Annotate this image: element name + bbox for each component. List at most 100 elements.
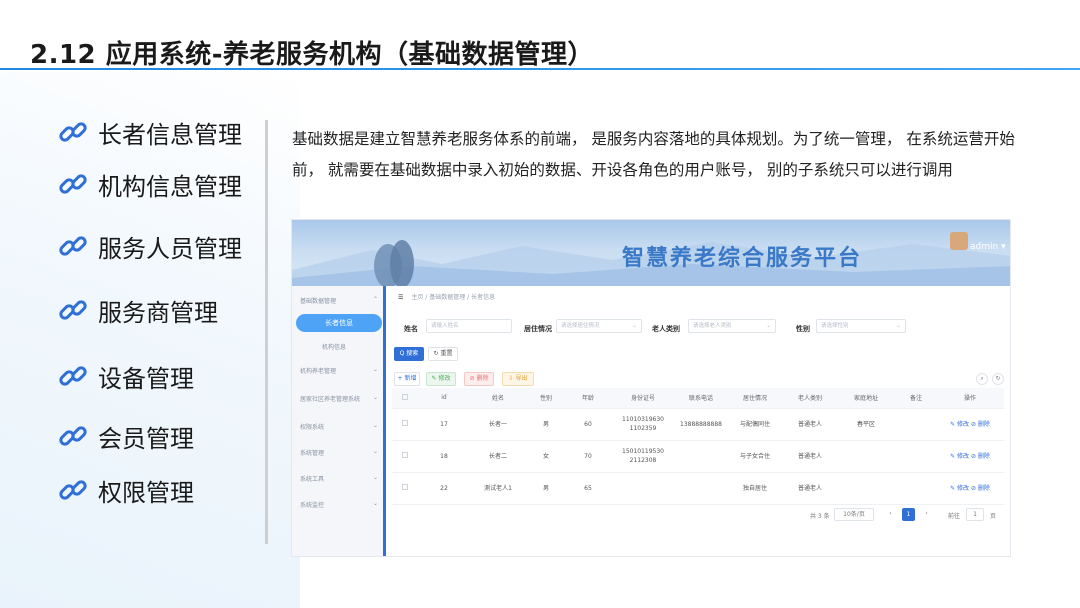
- description-text: 基础数据是建立智慧养老服务体系的前端， 是服务内容落地的具体规划。为了统一管理，…: [292, 130, 1015, 179]
- user-name: admin: [970, 242, 999, 252]
- menu-label: 长者信息管理: [98, 120, 242, 149]
- app-header: 智慧养老综合服务平台 admin ▾: [292, 220, 1010, 286]
- type-select[interactable]: 请选择老人类别 ⌄: [688, 319, 776, 333]
- table-row[interactable]: 17 长者一 男 60 11010319630 1102359 138888888…: [392, 408, 1004, 441]
- sidebar-item-tools[interactable]: 系统工具 ⌄: [300, 474, 382, 483]
- link-icon: [59, 236, 87, 256]
- chevron-down-icon: ⌄: [372, 422, 378, 429]
- column-header[interactable]: 性别: [526, 388, 566, 409]
- breadcrumb: ☰ 主页 / 基础数据管理 / 长者信息: [398, 294, 496, 301]
- select-all-checkbox[interactable]: [402, 393, 408, 400]
- slide: 2.12 应用系统-养老服务机构（基础数据管理） 长者信息管理 机构信息管理 服…: [0, 0, 1080, 608]
- platform-title: 智慧养老综合服务平台: [622, 246, 863, 271]
- sidebar-item-system[interactable]: 系统管理 ⌄: [300, 448, 382, 457]
- title-underline: [0, 68, 1080, 70]
- goto-label: 前往: [948, 513, 961, 520]
- total-count: 共 3 条: [810, 513, 830, 520]
- vertical-divider: [265, 120, 268, 544]
- menu-item-provider: 服务商管理: [56, 290, 218, 330]
- page-1-button[interactable]: 1: [902, 508, 915, 521]
- column-header[interactable]: id: [418, 388, 470, 409]
- name-input[interactable]: 请输入姓名: [426, 319, 512, 333]
- link-icon: [59, 122, 87, 142]
- sidebar-item-elder-info[interactable]: 长者信息: [296, 314, 382, 332]
- add-button[interactable]: + 新增: [394, 372, 420, 386]
- caret-icon: ▾: [1001, 242, 1006, 252]
- table-row[interactable]: 22 测试老人1 男 65 独自居住 普通老人 ✎ 修改 ⊘ 删除: [392, 472, 1004, 505]
- chevron-down-icon: ⌄: [372, 448, 378, 455]
- column-header[interactable]: 家庭地址: [836, 388, 896, 409]
- chevron-down-icon: ⌄: [632, 323, 637, 329]
- chevron-down-icon: ⌄: [766, 323, 771, 329]
- menu-item-staff: 服务人员管理: [56, 226, 242, 266]
- page-unit-label: 页: [990, 513, 997, 520]
- column-header[interactable]: 年龄: [566, 388, 610, 409]
- menu-item-device: 设备管理: [56, 356, 194, 396]
- column-header[interactable]: 联系电话: [676, 388, 726, 409]
- link-icon: [59, 174, 87, 194]
- row-checkbox[interactable]: [402, 483, 408, 490]
- sidebar-item-permission[interactable]: 权限系统 ⌄: [300, 422, 382, 431]
- column-header[interactable]: 居住情况: [726, 388, 784, 409]
- menu-item-org-info: 机构信息管理: [56, 164, 242, 204]
- row-checkbox[interactable]: [402, 451, 408, 458]
- link-icon: [59, 366, 87, 386]
- goto-page-input[interactable]: 1: [966, 508, 984, 521]
- gender-label: 性别: [796, 325, 810, 333]
- delete-button[interactable]: ⊘ 删除: [464, 372, 494, 386]
- name-label: 姓名: [404, 325, 418, 333]
- left-background: [0, 72, 300, 608]
- menu-label: 服务商管理: [98, 298, 218, 327]
- next-page-button[interactable]: ›: [920, 508, 933, 521]
- row-actions[interactable]: ✎ 修改 ⊘ 删除: [936, 408, 1004, 441]
- app-main: ☰ 主页 / 基础数据管理 / 长者信息 姓名 请输入姓名 居住情况 请选择居住…: [386, 286, 1010, 556]
- menu-item-permission: 权限管理: [56, 470, 194, 510]
- elder-table: id 姓名 性别 年龄 身份证号 联系电话 居住情况 老人类别 家庭地址 备注 …: [392, 388, 1004, 505]
- refresh-icon[interactable]: ↻: [992, 373, 1004, 385]
- sidebar-item-basic-data[interactable]: 基础数据管理 ⌃: [300, 296, 382, 305]
- type-label: 老人类别: [652, 325, 680, 333]
- row-actions[interactable]: ✎ 修改 ⊘ 删除: [936, 440, 1004, 473]
- column-header[interactable]: 姓名: [470, 388, 526, 409]
- gender-select[interactable]: 请选择性别 ⌄: [816, 319, 906, 333]
- menu-label: 机构信息管理: [98, 172, 242, 201]
- reset-button[interactable]: ↻ 重置: [428, 347, 458, 361]
- app-screenshot: 智慧养老综合服务平台 admin ▾ 基础数据管理 ⌃ 长者信息 机构信息 机构养…: [291, 219, 1011, 557]
- chevron-down-icon: ⌄: [372, 500, 378, 507]
- user-menu[interactable]: admin ▾: [970, 242, 1006, 252]
- menu-label: 权限管理: [98, 478, 194, 507]
- chevron-down-icon: ⌄: [372, 394, 378, 401]
- chevron-down-icon: ⌄: [372, 474, 378, 481]
- sidebar-item-institution[interactable]: 机构养老管理 ⌄: [300, 366, 382, 375]
- column-header[interactable]: 身份证号: [610, 388, 676, 409]
- sidebar-item-monitor[interactable]: 系统监控 ⌄: [300, 500, 382, 509]
- table-row[interactable]: 18 长者二 女 70 15010119530 2112308 与子女合住 普通老…: [392, 440, 1004, 473]
- menu-label: 服务人员管理: [98, 234, 242, 263]
- column-header[interactable]: 老人类别: [784, 388, 836, 409]
- residence-select[interactable]: 请选择居住情况 ⌄: [556, 319, 642, 333]
- slide-title: 2.12 应用系统-养老服务机构（基础数据管理）: [30, 40, 594, 70]
- column-header[interactable]: 操作: [936, 388, 1004, 409]
- sidebar-item-community[interactable]: 居家社区养老管理系统 ⌄: [300, 394, 382, 403]
- residence-label: 居住情况: [524, 325, 552, 333]
- user-avatar[interactable]: [950, 232, 968, 250]
- chevron-up-icon: ⌃: [372, 296, 378, 303]
- table-header-row: id 姓名 性别 年龄 身份证号 联系电话 居住情况 老人类别 家庭地址 备注 …: [392, 388, 1004, 409]
- export-button[interactable]: ⇩ 导出: [502, 372, 534, 386]
- menu-item-elder-info: 长者信息管理: [56, 112, 242, 152]
- link-icon: [59, 426, 87, 446]
- row-actions[interactable]: ✎ 修改 ⊘ 删除: [936, 472, 1004, 505]
- page-size-select[interactable]: 10条/页: [834, 508, 874, 521]
- menu-item-member: 会员管理: [56, 416, 194, 456]
- menu-label: 设备管理: [98, 364, 194, 393]
- link-icon: [59, 480, 87, 500]
- column-header[interactable]: 备注: [896, 388, 936, 409]
- prev-page-button[interactable]: ‹: [884, 508, 897, 521]
- menu-toggle-icon[interactable]: ☰: [398, 294, 403, 301]
- edit-button[interactable]: ✎ 修改: [426, 372, 456, 386]
- row-checkbox[interactable]: [402, 419, 408, 426]
- search-toggle-icon[interactable]: ⌕: [976, 373, 988, 385]
- app-sidebar: 基础数据管理 ⌃ 长者信息 机构信息 机构养老管理 ⌄ 居家社区养老管理系统 ⌄ 权限…: [292, 286, 386, 556]
- search-button[interactable]: Q 搜索: [394, 347, 424, 361]
- chevron-down-icon: ⌄: [372, 366, 378, 373]
